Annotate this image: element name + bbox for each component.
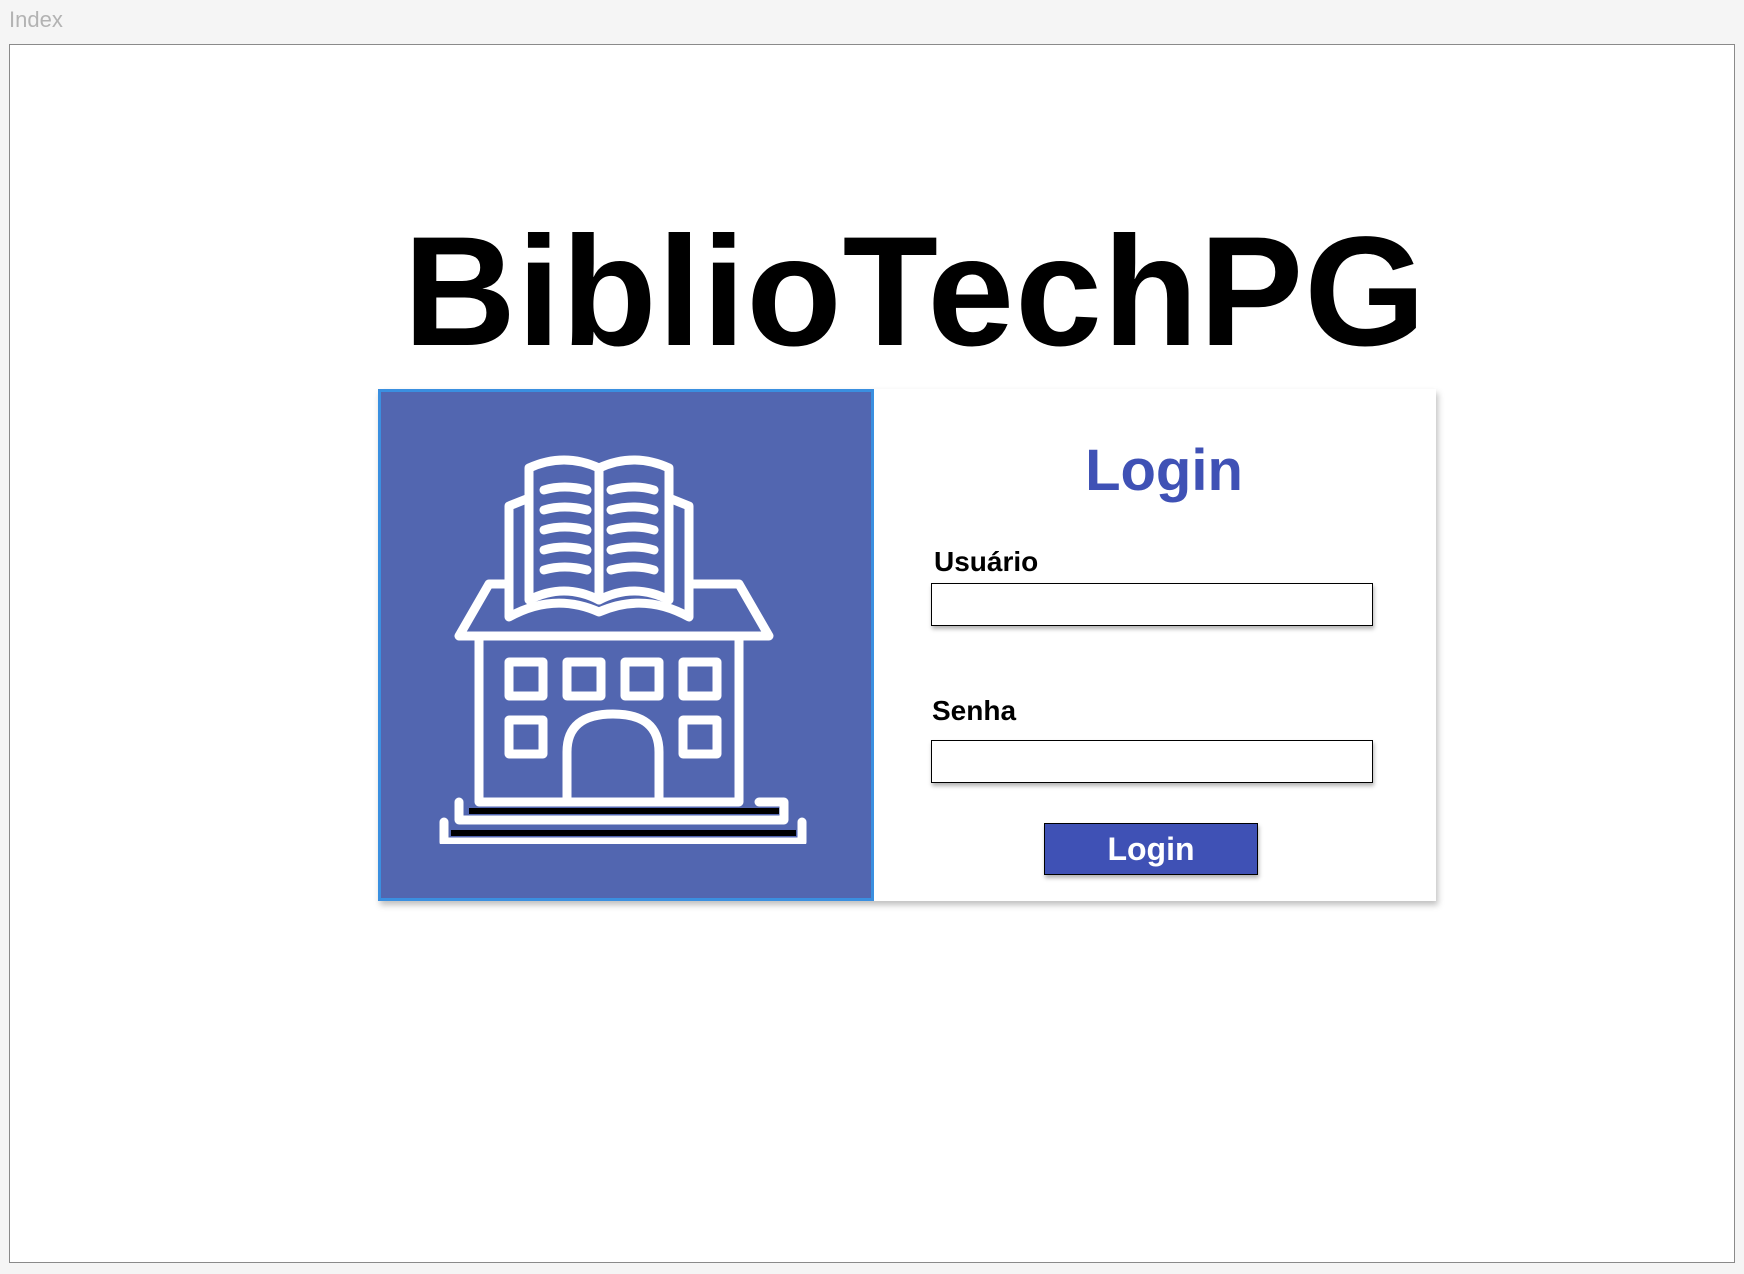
login-card: Login Usuário Senha Login — [378, 389, 1436, 901]
app-title: BiblioTechPG — [403, 205, 1427, 379]
password-input[interactable] — [931, 740, 1373, 783]
login-heading: Login — [1085, 438, 1243, 503]
logo-panel — [378, 389, 874, 901]
login-form: Login Usuário Senha Login — [874, 389, 1436, 901]
login-button[interactable]: Login — [1044, 823, 1258, 875]
username-input[interactable] — [931, 583, 1373, 626]
password-label: Senha — [932, 695, 1017, 726]
library-building-icon — [439, 455, 807, 844]
window-title: Index — [9, 7, 63, 32]
username-label: Usuário — [934, 546, 1039, 577]
